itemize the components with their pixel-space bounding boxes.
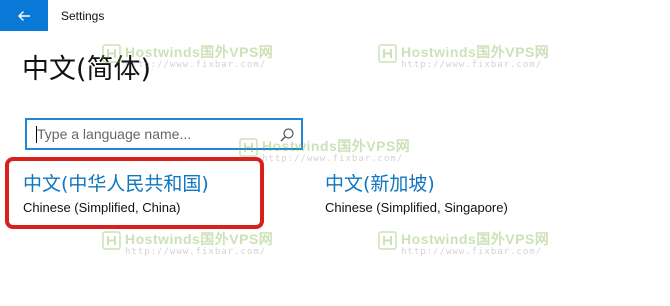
language-option-china[interactable]: 中文(中华人民共和国) Chinese (Simplified, China) [23, 172, 209, 215]
hostwinds-logo-icon [102, 231, 121, 250]
back-button[interactable] [0, 0, 48, 31]
watermark: Hostwinds国外VPS网 http://www.fixbar.com/ [378, 231, 549, 258]
watermark-url: http://www.fixbar.com/ [262, 154, 404, 164]
watermark-url: http://www.fixbar.com/ [401, 247, 543, 257]
window-title: Settings [61, 8, 105, 23]
title-bar: Settings [0, 0, 670, 31]
watermark-text: Hostwinds国外VPS网 [401, 231, 550, 247]
back-arrow-icon [18, 10, 30, 21]
watermark: Hostwinds国外VPS网 http://www.fixbar.com/ [102, 231, 273, 258]
watermark: Hostwinds国外VPS网 http://www.fixbar.com/ [378, 44, 549, 71]
settings-window: Settings 中文(简体) 中文(中华人民共和国) Chinese (Sim… [0, 0, 670, 306]
language-search-box[interactable] [25, 118, 303, 150]
language-option-description: Chinese (Simplified, China) [23, 200, 181, 215]
hostwinds-logo-icon [378, 44, 397, 63]
hostwinds-logo-icon [378, 231, 397, 250]
language-search-input[interactable] [37, 125, 267, 143]
watermark-text: Hostwinds国外VPS网 [125, 231, 274, 247]
watermark-url: http://www.fixbar.com/ [125, 247, 267, 257]
language-option-name: 中文(中华人民共和国) [23, 173, 209, 195]
search-icon[interactable] [279, 127, 295, 143]
page-title: 中文(简体) [22, 54, 152, 85]
watermark-text: Hostwinds国外VPS网 [401, 44, 550, 60]
language-option-description: Chinese (Simplified, Singapore) [325, 200, 508, 215]
language-option-name: 中文(新加坡) [325, 173, 435, 195]
language-option-singapore[interactable]: 中文(新加坡) Chinese (Simplified, Singapore) [325, 172, 508, 215]
text-caret [36, 126, 37, 143]
watermark-url: http://www.fixbar.com/ [401, 60, 543, 70]
